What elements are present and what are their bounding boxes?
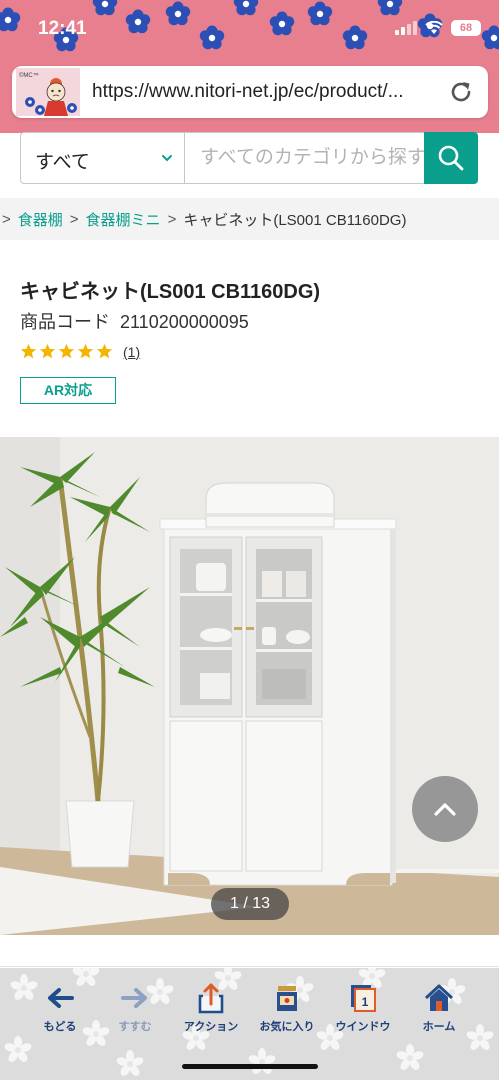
status-indicators: 68	[395, 20, 481, 36]
favorites-label: お気に入り	[259, 1021, 315, 1033]
category-select[interactable]: すべて	[21, 133, 185, 183]
search-input[interactable]	[186, 133, 426, 183]
scroll-to-top-button[interactable]	[412, 776, 478, 842]
browser-top-chrome: 12:41 68 ©MC™ https://www.nitori-net.jp/…	[0, 0, 499, 133]
breadcrumb-item-dish-cabinet[interactable]: 食器棚	[18, 209, 63, 230]
home-icon	[424, 984, 454, 1011]
rating-stars	[20, 343, 113, 360]
url-bar[interactable]: ©MC™ https://www.nitori-net.jp/ec/produc…	[12, 66, 488, 118]
logo-caption: ©MC™	[19, 72, 39, 79]
back-label: もどる	[43, 1021, 77, 1033]
search-bar: すべて	[20, 132, 478, 184]
category-select-value: すべて	[35, 152, 90, 173]
star-icon	[20, 343, 37, 359]
forward-label: すすむ	[118, 1021, 152, 1033]
star-icon	[39, 343, 56, 359]
little-my-logo-icon: ©MC™	[16, 68, 80, 116]
status-time: 12:41	[38, 18, 87, 39]
chevron-down-icon	[162, 155, 172, 162]
window-count: 1	[362, 995, 369, 1009]
share-icon	[198, 983, 224, 1014]
url-text[interactable]: https://www.nitori-net.jp/ec/product/...	[92, 81, 437, 103]
breadcrumb-separator: >	[2, 210, 11, 228]
star-icon	[96, 343, 113, 359]
breadcrumb-separator: >	[69, 210, 79, 228]
divider	[0, 966, 499, 967]
cabinet-photo	[0, 437, 499, 935]
chevron-up-icon	[434, 803, 456, 816]
star-icon	[58, 343, 75, 359]
ar-badge[interactable]: AR対応	[20, 377, 116, 404]
product-code: 商品コード 2110200000095	[20, 308, 249, 334]
window-label: ウインドウ	[335, 1021, 391, 1033]
rating: (1)	[20, 343, 140, 360]
arrow-left-icon	[48, 988, 74, 1008]
review-count-link[interactable]: (1)	[123, 344, 140, 360]
arrow-right-icon	[121, 988, 147, 1008]
battery-icon: 68	[451, 20, 481, 36]
home-label: ホーム	[422, 1021, 456, 1033]
action-button[interactable]: アクション	[176, 982, 246, 1038]
breadcrumb-item-mini-dish-cabinet[interactable]: 食器棚ミニ	[86, 209, 161, 230]
product-image[interactable]	[0, 437, 499, 935]
breadcrumb: > 食器棚 > 食器棚ミニ > キャビネット(LS001 CB1160DG)	[0, 198, 499, 240]
breadcrumb-separator: >	[167, 210, 177, 228]
forward-button[interactable]: すすむ	[100, 982, 170, 1038]
wifi-icon	[425, 21, 443, 34]
bookmark-jar-icon	[277, 986, 297, 1011]
window-button[interactable]: 1 ウインドウ	[328, 982, 398, 1038]
search-icon	[438, 145, 464, 171]
home-indicator	[182, 1064, 318, 1069]
back-button[interactable]: もどる	[25, 982, 95, 1038]
product-title: キャビネット(LS001 CB1160DG)	[20, 281, 321, 303]
product-code-value: 2110200000095	[120, 312, 249, 332]
star-icon	[77, 343, 94, 359]
cellular-signal-icon	[395, 21, 417, 35]
breadcrumb-item-current: キャビネット(LS001 CB1160DG)	[183, 211, 407, 229]
home-button[interactable]: ホーム	[404, 982, 474, 1038]
image-counter: 1 / 13	[211, 888, 289, 920]
favorites-button[interactable]: お気に入り	[252, 982, 322, 1038]
action-label: アクション	[183, 1021, 239, 1033]
reload-icon[interactable]	[448, 79, 474, 105]
window-tabs-icon: 1	[351, 985, 376, 1012]
product-code-label: 商品コード	[20, 312, 110, 332]
search-button[interactable]	[424, 132, 478, 184]
